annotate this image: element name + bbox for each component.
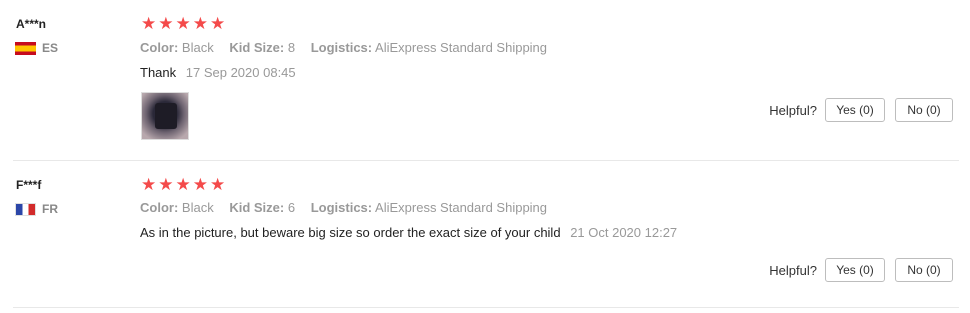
review-content: Thank	[140, 65, 177, 80]
star-icon: ★	[192, 175, 208, 194]
kid-size-value: 6	[287, 200, 296, 215]
review-item: F***f FR ★ ★ ★ ★ ★ Color: Black Kid Size…	[13, 161, 959, 308]
helpful-no-button[interactable]: No (0)	[895, 258, 953, 282]
reviewer-name: F***f	[16, 178, 42, 192]
rating-stars: ★ ★ ★ ★ ★	[141, 15, 225, 32]
order-info: Color: Black Kid Size: 6 Logistics: AliE…	[140, 200, 559, 215]
logistics-label: Logistics:	[310, 40, 373, 55]
helpful-no-button[interactable]: No (0)	[895, 98, 953, 122]
star-icon: ★	[175, 14, 191, 33]
star-icon: ★	[210, 14, 226, 33]
helpful-label: Helpful?	[769, 102, 817, 118]
rating-stars: ★ ★ ★ ★ ★	[141, 176, 225, 193]
france-flag-icon	[15, 202, 36, 216]
helpful-controls: Helpful? Yes (0) No (0)	[769, 98, 953, 122]
jacket-image	[155, 103, 177, 129]
star-icon: ★	[210, 175, 226, 194]
review-item: A***n ES ★ ★ ★ ★ ★ Color: Black Kid Size…	[13, 0, 959, 161]
spain-flag-icon	[15, 41, 36, 55]
logistics-label: Logistics:	[310, 200, 373, 215]
logistics-value: AliExpress Standard Shipping	[375, 40, 548, 55]
review-date: 17 Sep 2020 08:45	[185, 65, 296, 80]
helpful-label: Helpful?	[769, 262, 817, 278]
star-icon: ★	[141, 14, 157, 33]
order-info: Color: Black Kid Size: 8 Logistics: AliE…	[140, 40, 559, 55]
color-value: Black	[181, 200, 214, 215]
color-value: Black	[181, 40, 214, 55]
review-date: 21 Oct 2020 12:27	[570, 225, 678, 240]
kid-size-label: Kid Size:	[229, 200, 285, 215]
color-label: Color:	[140, 40, 179, 55]
country-code: ES	[42, 41, 59, 55]
color-label: Color:	[140, 200, 179, 215]
helpful-yes-button[interactable]: Yes (0)	[825, 98, 885, 122]
star-icon: ★	[158, 175, 174, 194]
review-text: Thank 17 Sep 2020 08:45	[140, 65, 296, 80]
kid-size-value: 8	[287, 40, 296, 55]
reviewer-country: ES	[15, 41, 58, 55]
star-icon: ★	[175, 175, 191, 194]
star-icon: ★	[192, 14, 208, 33]
review-content: As in the picture, but beware big size s…	[140, 225, 561, 240]
helpful-yes-button[interactable]: Yes (0)	[825, 258, 885, 282]
reviewer-name: A***n	[16, 17, 47, 31]
star-icon: ★	[141, 175, 157, 194]
kid-size-label: Kid Size:	[229, 40, 285, 55]
review-photo-thumbnail[interactable]	[141, 92, 189, 140]
review-text: As in the picture, but beware big size s…	[140, 225, 677, 240]
divider	[13, 307, 959, 308]
star-icon: ★	[158, 14, 174, 33]
logistics-value: AliExpress Standard Shipping	[375, 200, 548, 215]
helpful-controls: Helpful? Yes (0) No (0)	[769, 258, 953, 282]
country-code: FR	[42, 202, 58, 216]
reviewer-country: FR	[15, 202, 58, 216]
